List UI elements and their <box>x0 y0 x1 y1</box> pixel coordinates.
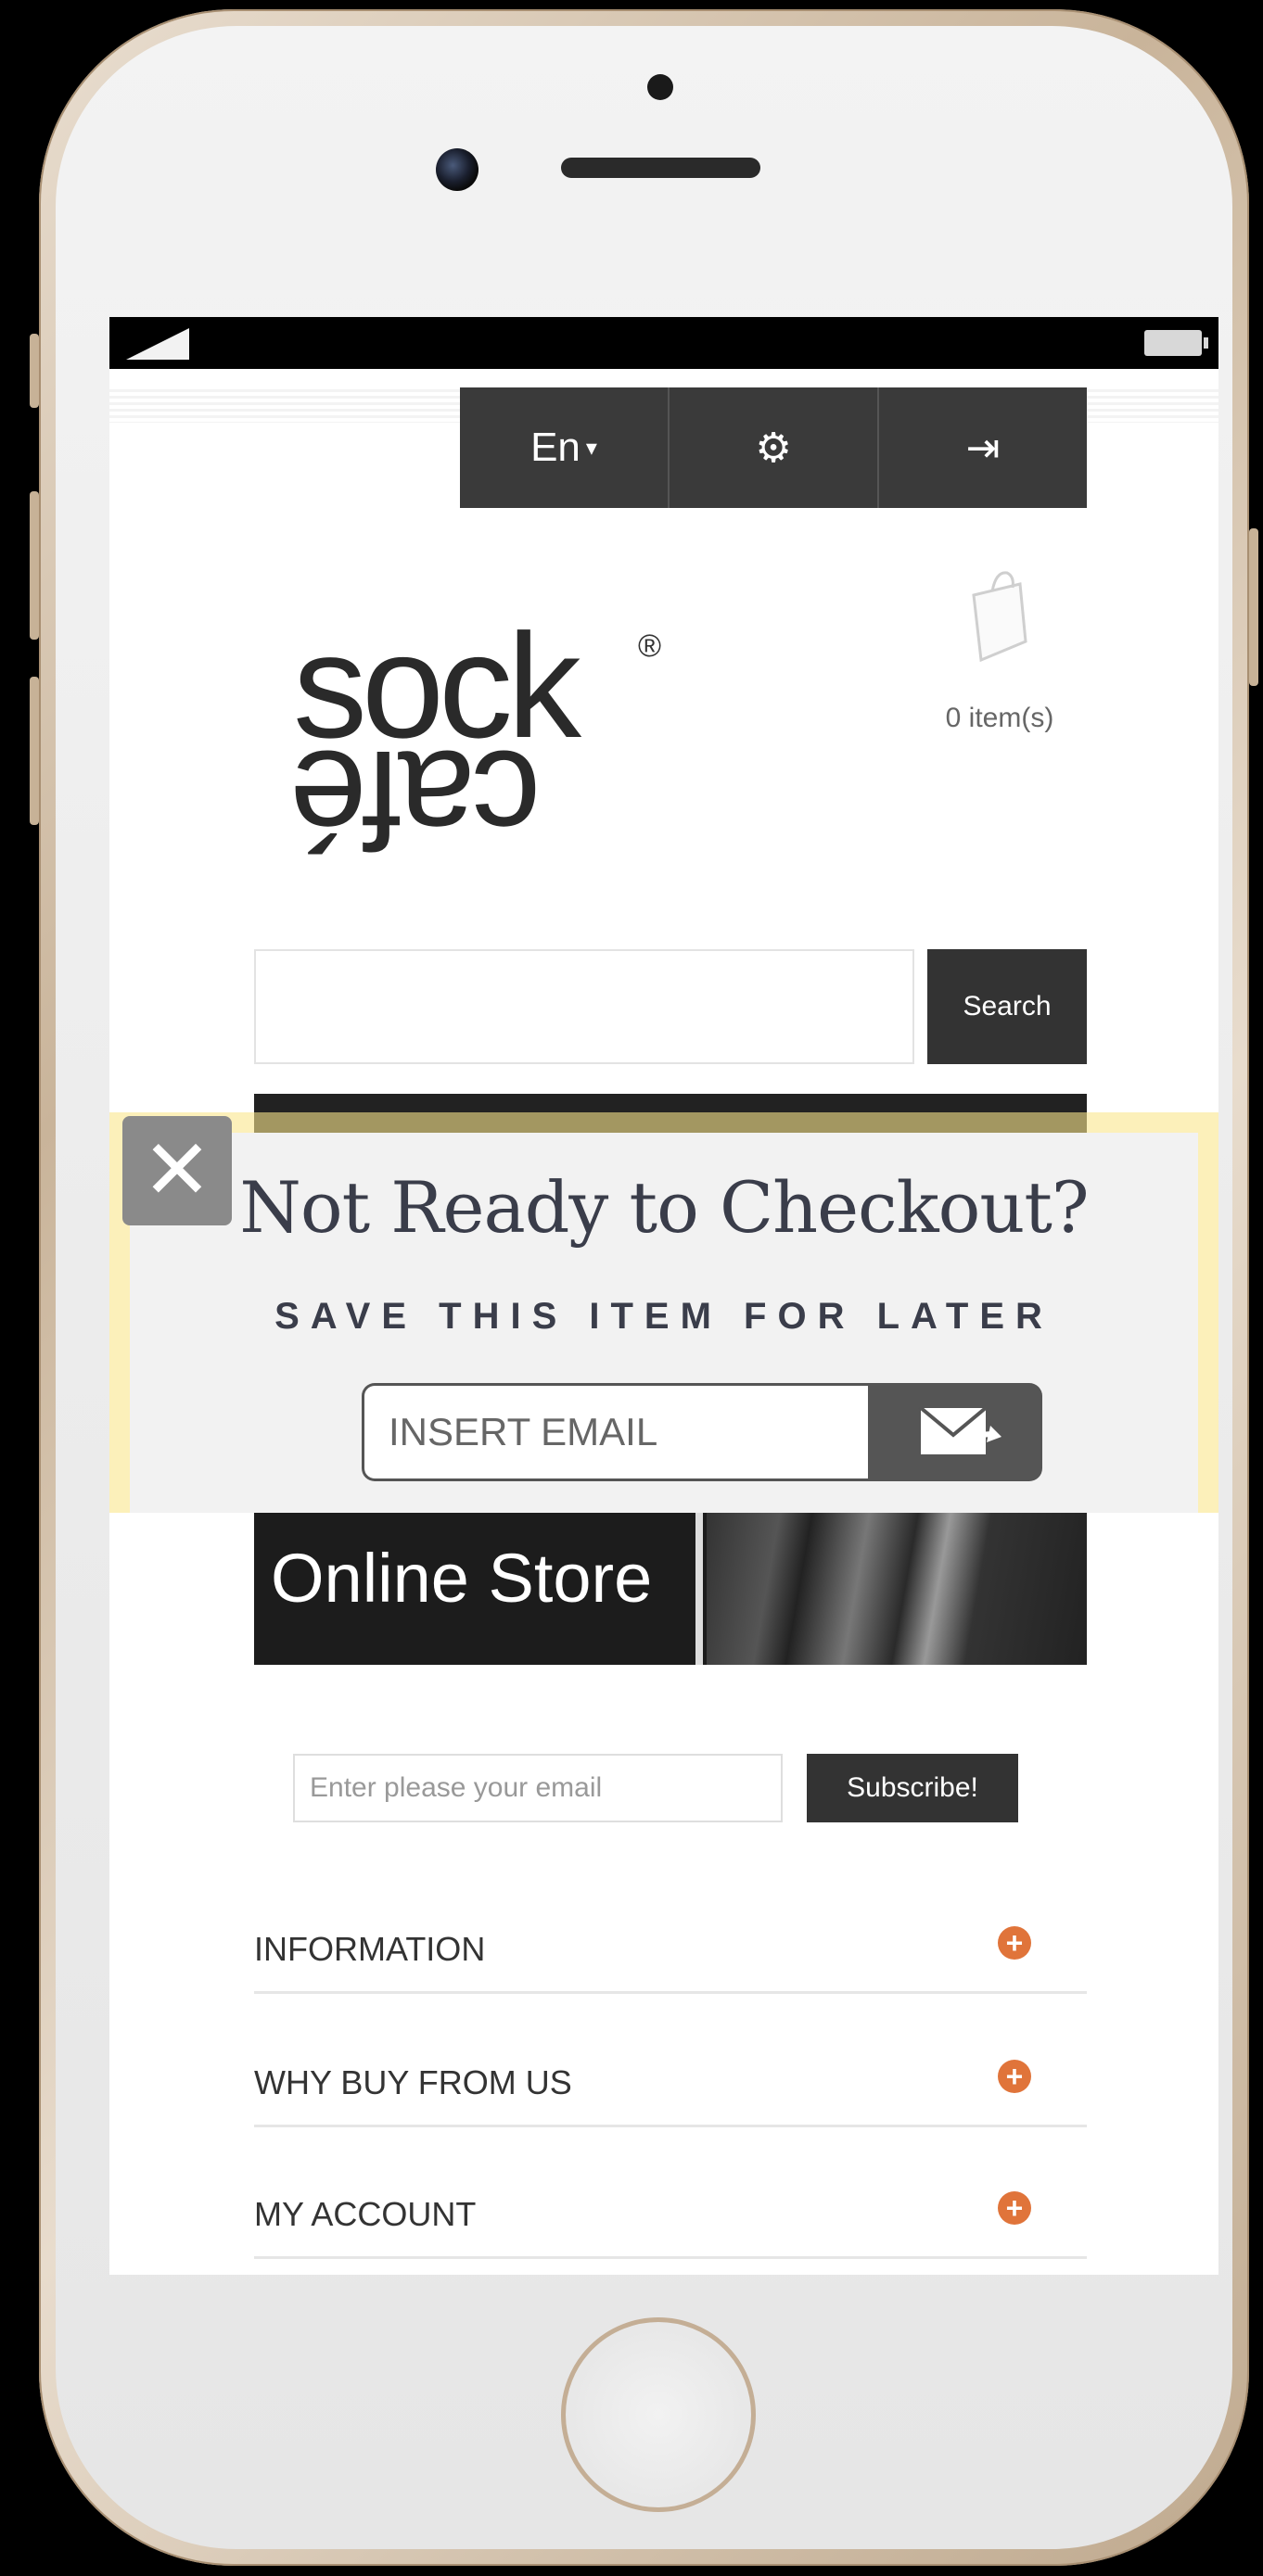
settings-button[interactable]: ⚙ <box>670 387 879 508</box>
mute-switch <box>30 334 39 408</box>
home-button[interactable] <box>561 2317 756 2512</box>
sockcafe-logo[interactable]: sock ® café <box>293 612 664 881</box>
signal-icon <box>126 328 189 360</box>
battery-icon <box>1144 330 1208 356</box>
footer-section-my-account[interactable]: MY ACCOUNT + <box>254 2175 1087 2259</box>
cart-item-count[interactable]: 0 item(s) <box>916 703 1083 734</box>
status-bar <box>109 317 1218 369</box>
footer-section-label: WHY BUY FROM US <box>254 2063 572 2101</box>
popup-close-button[interactable]: ✕ <box>122 1116 232 1225</box>
proximity-sensor <box>647 74 673 100</box>
phone-screen: En ▾ ⚙ ⇥ sock ® café 0 item(s) Search No… <box>109 317 1218 2275</box>
popup-email-input[interactable]: INSERT EMAIL <box>362 1383 870 1481</box>
language-selector[interactable]: En ▾ <box>460 387 670 508</box>
subscribe-button[interactable]: Subscribe! <box>807 1754 1018 1822</box>
gear-icon: ⚙ <box>755 425 792 471</box>
plus-icon: + <box>998 2060 1031 2093</box>
shopping-bag-icon[interactable] <box>964 567 1029 665</box>
footer-section-why-buy[interactable]: WHY BUY FROM US + <box>254 2043 1087 2127</box>
banner-title: Online Store <box>271 1540 653 1617</box>
sign-in-icon: ⇥ <box>965 425 1001 471</box>
envelope-send-icon <box>918 1405 1001 1456</box>
footer-section-label: MY ACCOUNT <box>254 2195 477 2233</box>
popup-body: Not Ready to Checkout? SAVE THIS ITEM FO… <box>130 1133 1198 1513</box>
volume-up-button <box>30 491 39 640</box>
search-input[interactable] <box>254 949 914 1064</box>
registered-mark: ® <box>638 628 662 664</box>
close-icon: ✕ <box>142 1124 212 1217</box>
search-button[interactable]: Search <box>927 949 1087 1064</box>
language-label: En <box>530 425 580 470</box>
footer-section-label: INFORMATION <box>254 1930 486 1968</box>
footer-section-information[interactable]: INFORMATION + <box>254 1910 1087 1994</box>
login-button[interactable]: ⇥ <box>879 387 1087 508</box>
plus-icon: + <box>998 1926 1031 1960</box>
chevron-down-icon: ▾ <box>585 435 597 461</box>
popup-subtitle: SAVE THIS ITEM FOR LATER <box>274 1296 1053 1337</box>
top-toolbar: En ▾ ⚙ ⇥ <box>460 387 1087 508</box>
power-button <box>1249 528 1258 686</box>
newsletter-email-input[interactable]: Enter please your email <box>293 1754 783 1822</box>
earpiece-speaker <box>561 158 760 178</box>
popup-title: Not Ready to Checkout? <box>239 1166 1089 1249</box>
plus-icon: + <box>998 2191 1031 2225</box>
popup-send-button[interactable] <box>868 1383 1042 1481</box>
volume-down-button <box>30 677 39 825</box>
front-camera <box>436 148 478 191</box>
banner-divider <box>695 1513 703 1665</box>
banner-product-photo <box>707 1513 1087 1665</box>
exit-intent-popup: Not Ready to Checkout? SAVE THIS ITEM FO… <box>109 1112 1218 1513</box>
online-store-banner[interactable]: Online Store <box>254 1500 1087 1665</box>
logo-text-cafe: café <box>293 722 542 878</box>
